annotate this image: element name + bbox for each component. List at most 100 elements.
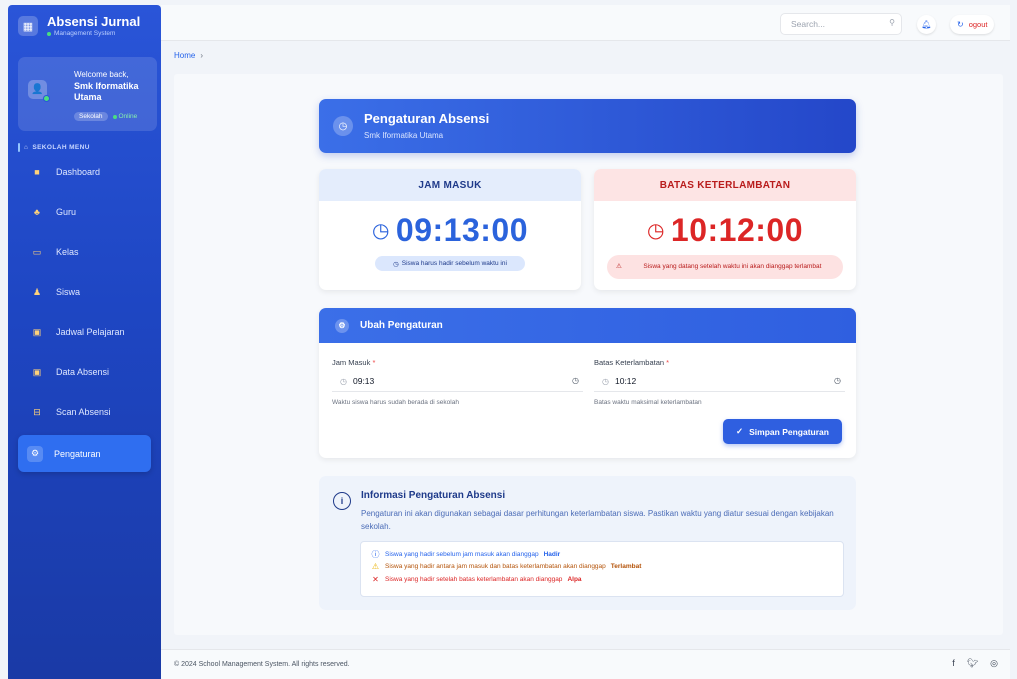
clock-small-icon: ◷ (393, 260, 399, 268)
jam-masuk-note-text: Siswa harus hadir sebelum waktu ini (401, 260, 507, 267)
close-icon: ✕ (372, 574, 379, 584)
rule-text: Siswa yang hadir setelah batas keterlamb… (385, 575, 563, 583)
form-title: Ubah Pengaturan (360, 320, 443, 331)
batas-label: Batas Keterlambatan * (594, 358, 669, 367)
rule-terlambat: ⚠ Siswa yang hadir antara jam masuk dan … (371, 561, 843, 574)
batas-display: ◷ 10:12:00 (594, 212, 856, 249)
menu-heading-text: SEKOLAH MENU (32, 144, 90, 151)
rule-status: Terlambat (610, 563, 642, 571)
sidebar-item-label: Dashboard (56, 167, 101, 177)
batas-heading: BATAS KETERLAMBATAN (594, 169, 856, 201)
welcome-greeting: Welcome back, (74, 70, 129, 79)
search-icon[interactable]: ⚲ (889, 18, 895, 27)
sidebar-item-dashboard[interactable]: ■ Dashboard (20, 155, 151, 189)
sidebar: ▦ Absensi Jurnal Management System 👤 Wel… (8, 5, 161, 679)
sidebar-item-pengaturan[interactable]: ⚙ Pengaturan (18, 435, 151, 472)
info-icon: i (333, 492, 351, 510)
brand-subtitle-text: Management System (54, 30, 116, 37)
sidebar-item-label: Siswa (56, 287, 81, 297)
jam-masuk-label: Jam Masuk * (332, 358, 375, 367)
notification-button[interactable]: 🔔︎ (917, 15, 936, 34)
jam-masuk-card: JAM MASUK ◷ 09:13:00 ◷ Siswa harus hadir… (319, 169, 581, 290)
required-mark: * (666, 358, 670, 367)
info-circle-icon: ⓘ (371, 549, 380, 559)
twitter-icon[interactable]: 🐦︎ (967, 658, 978, 669)
role-badge: Sekolah (74, 112, 108, 121)
sidebar-item-jadwal[interactable]: ▣ Jadwal Pelajaran (20, 315, 151, 349)
batas-note: ⚠ Siswa yang datang setelah waktu ini ak… (607, 255, 843, 279)
required-mark: * (372, 358, 376, 367)
scan-icon: ⊟ (33, 406, 41, 417)
brand-subtitle: Management System (47, 30, 140, 37)
search-input[interactable]: Search... ⚲ (780, 13, 902, 35)
rule-text: Siswa yang hadir antara jam masuk dan ba… (385, 563, 606, 571)
search-placeholder: Search... (791, 19, 826, 29)
sidebar-item-kelas[interactable]: ▭ Kelas (20, 235, 151, 269)
sidebar-item-label: Guru (56, 207, 77, 217)
info-description: Pengaturan ini akan digunakan sebagai da… (361, 509, 834, 531)
jam-masuk-display: ◷ 09:13:00 (319, 212, 581, 249)
user-icon: 👤 (31, 84, 44, 95)
batas-time: 10:12:00 (670, 212, 804, 248)
jam-masuk-time: 09:13:00 (395, 212, 529, 248)
sidebar-item-data-absensi[interactable]: ▣ Data Absensi (20, 355, 151, 389)
jam-masuk-field[interactable]: ◷ 09:13 ◷ (332, 371, 583, 392)
page-header: ◷ Pengaturan Absensi Smk Iformatika Utam… (319, 99, 856, 153)
welcome-card: 👤 Welcome back, Smk Iformatika Utama Sek… (18, 57, 157, 131)
batas-field[interactable]: ◷ 10:12 ◷ (594, 371, 845, 392)
logout-icon: ↻ (957, 20, 964, 29)
brand-title: Absensi Jurnal (47, 14, 141, 29)
online-label: Online (118, 113, 138, 120)
calendar-check-icon: ▣ (32, 366, 42, 377)
warning-icon: ⚠ (371, 562, 380, 572)
avatar[interactable]: 👤 (28, 80, 50, 102)
time-picker-icon[interactable]: ◷ (572, 376, 579, 385)
user-name-line2: Utama (74, 91, 102, 102)
sidebar-item-label: Pengaturan (54, 448, 101, 459)
users-icon: ♣ (34, 207, 40, 217)
check-icon: ✓ (736, 426, 744, 436)
calendar-icon: ▣ (32, 326, 42, 337)
rule-alpa: ✕ Siswa yang hadir setelah batas keterla… (371, 573, 843, 586)
settings-form: ⚙ Ubah Pengaturan Jam Masuk * ◷ 09:13 ◷ … (319, 308, 856, 458)
rule-text: Siswa yang hadir sebelum jam masuk akan … (385, 550, 539, 558)
batas-label-text: Batas Keterlambatan (594, 358, 665, 367)
rules-list: ⓘ Siswa yang hadir sebelum jam masuk aka… (360, 541, 844, 597)
page-title: Pengaturan Absensi (364, 111, 490, 126)
info-card: i Informasi Pengaturan Absensi Pengatura… (319, 476, 856, 610)
gear-icon: ⚙ (335, 318, 349, 333)
time-picker-icon[interactable]: ◷ (834, 376, 841, 385)
logout-button[interactable]: ↻ ogout (950, 15, 995, 34)
page-subtitle: Smk Iformatika Utama (364, 131, 444, 140)
batas-note-text: Siswa yang datang setelah waktu ini akan… (643, 262, 822, 270)
save-button[interactable]: ✓ Simpan Pengaturan (723, 419, 842, 444)
sidebar-item-siswa[interactable]: ♟ Siswa (20, 275, 151, 309)
logout-label: ogout (968, 20, 988, 29)
batas-keterlambatan-card: BATAS KETERLAMBATAN ◷ 10:12:00 ⚠ Siswa y… (594, 169, 856, 290)
save-button-label: Simpan Pengaturan (749, 426, 829, 437)
social-links: f 🐦︎ ◎ (952, 658, 998, 669)
top-bar: Search... ⚲ 🔔︎ ↻ ogout (161, 5, 1010, 41)
building-icon: ▦ (18, 16, 38, 36)
user-name-line1: Smk Iformatika (74, 80, 139, 91)
info-title: Informasi Pengaturan Absensi (361, 490, 506, 501)
clock-icon: ◷ (340, 376, 347, 386)
user-badges: Sekolah Online (74, 112, 137, 121)
breadcrumb-home[interactable]: Home (174, 51, 195, 60)
bell-icon: 🔔︎ (921, 20, 932, 29)
grid-icon: ■ (34, 167, 40, 177)
online-dot (112, 114, 117, 119)
sidebar-item-scan-absensi[interactable]: ⊟ Scan Absensi (20, 395, 151, 429)
clock-icon: ◷ (646, 220, 665, 242)
online-indicator (43, 95, 50, 102)
instagram-icon[interactable]: ◎ (990, 658, 998, 669)
breadcrumb-separator: › (200, 51, 204, 60)
facebook-icon[interactable]: f (952, 658, 955, 669)
menu-heading: ⌂ SEKOLAH MENU (18, 143, 90, 152)
brand[interactable]: ▦ Absensi Jurnal Management System (18, 14, 140, 37)
sidebar-item-guru[interactable]: ♣ Guru (20, 195, 151, 229)
online-badge: Online (112, 113, 138, 120)
gear-icon: ⚙ (27, 445, 43, 462)
jam-masuk-value: 09:13 (352, 376, 375, 386)
jam-masuk-note: ◷ Siswa harus hadir sebelum waktu ini (375, 256, 525, 271)
